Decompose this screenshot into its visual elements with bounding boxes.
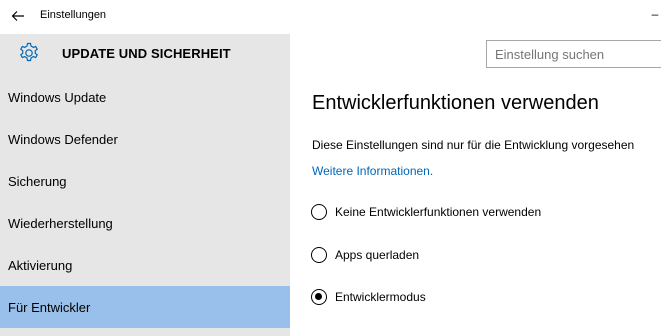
sidebar-item-label: Aktivierung [8, 257, 73, 273]
radio-button[interactable] [311, 204, 327, 220]
sidebar-item-aktivierung[interactable]: Aktivierung [0, 244, 290, 286]
gear-icon [18, 42, 40, 64]
page-title: Entwicklerfunktionen verwenden [312, 92, 599, 114]
sidebar-item-label: Sicherung [8, 173, 67, 189]
sidebar-item-windows-defender[interactable]: Windows Defender [0, 118, 290, 160]
radio-button[interactable] [311, 289, 327, 305]
app-title: Einstellungen [40, 9, 107, 21]
title-bar: Einstellungen – [0, 0, 661, 34]
section-title: UPDATE UND SICHERHEIT [62, 46, 231, 61]
description-text: Diese Einstellungen sind nur für die Ent… [312, 138, 635, 152]
minimize-button[interactable]: – [648, 4, 661, 24]
radio-label: Keine Entwicklerfunktionen verwenden [335, 205, 542, 219]
radio-label: Entwicklermodus [335, 290, 426, 304]
radio-option-sideload-apps[interactable]: Apps querladen [311, 244, 419, 266]
search-input[interactable]: Einstellung suchen [486, 40, 661, 68]
radio-label: Apps querladen [335, 248, 420, 262]
sidebar-item-label: Wiederherstellung [8, 215, 113, 231]
back-button[interactable] [6, 4, 30, 28]
sidebar-item-wiederherstellung[interactable]: Wiederherstellung [0, 202, 290, 244]
sidebar-item-label: Windows Update [8, 89, 107, 105]
back-arrow-icon [11, 11, 24, 21]
sidebar-item-label: Für Entwickler [8, 299, 91, 315]
more-info-link[interactable]: Weitere Informationen. [312, 164, 433, 178]
sidebar-item-fuer-entwickler[interactable]: Für Entwickler [0, 286, 290, 328]
sidebar: UPDATE UND SICHERHEIT Windows Update Win… [0, 34, 290, 336]
radio-button[interactable] [311, 247, 327, 263]
sidebar-item-sicherung[interactable]: Sicherung [0, 160, 290, 202]
sidebar-item-windows-update[interactable]: Windows Update [0, 76, 290, 118]
sidebar-item-label: Windows Defender [8, 131, 118, 147]
radio-option-developer-mode[interactable]: Entwicklermodus [311, 286, 426, 308]
radio-option-no-developer-features[interactable]: Keine Entwicklerfunktionen verwenden [311, 201, 541, 223]
